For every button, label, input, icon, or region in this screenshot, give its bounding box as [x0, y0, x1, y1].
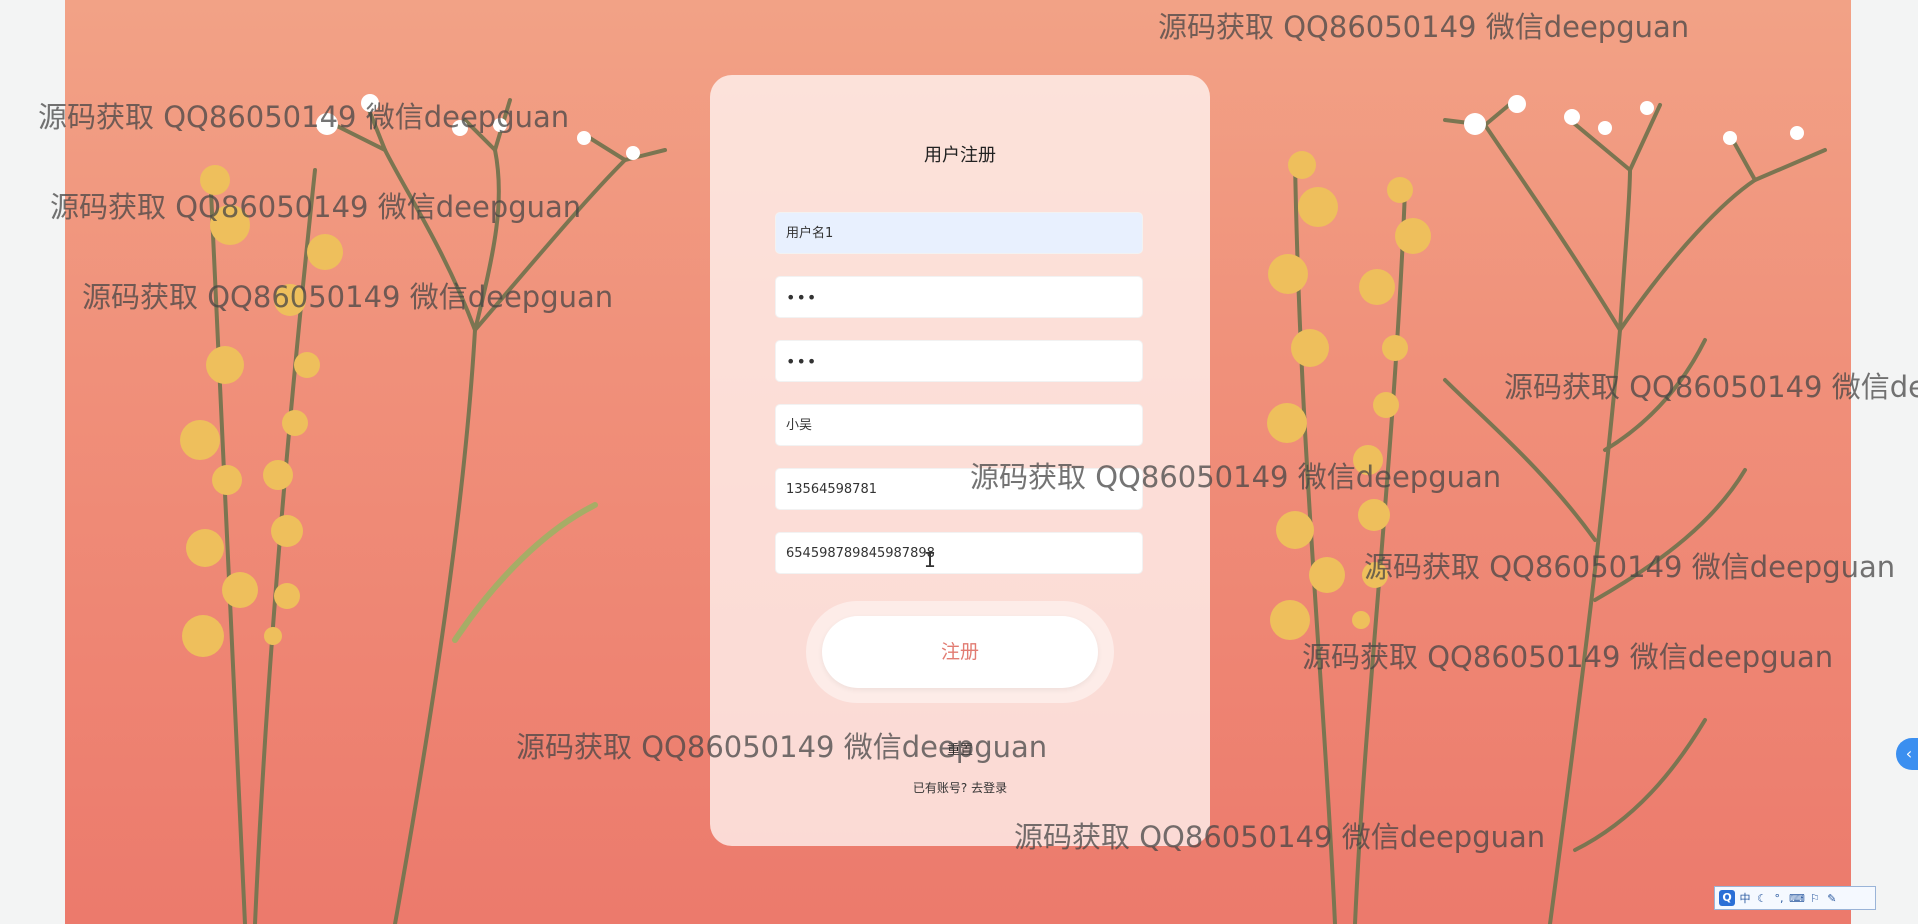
register-button[interactable]: 注册 [822, 616, 1098, 688]
confirm-password-input[interactable]: ••• [775, 340, 1143, 382]
settings-icon[interactable]: ✎ [1825, 892, 1839, 905]
tool-icon[interactable]: ⚐ [1808, 892, 1822, 905]
punctuation-icon[interactable]: °, [1772, 892, 1786, 905]
login-prompt-line: 已有账号? 去登录 [710, 779, 1210, 796]
moon-icon[interactable]: ☾ [1755, 892, 1769, 905]
register-card: 用户注册 用户名1 ••• ••• 小吴 13564598781 6545987… [710, 75, 1210, 846]
chevron-left-icon[interactable]: ‹ [1896, 738, 1918, 770]
reset-button[interactable]: 重置 [710, 739, 1210, 758]
register-button-halo: 注册 [806, 601, 1114, 703]
go-login-link[interactable]: 去登录 [971, 781, 1007, 795]
keyboard-icon[interactable]: ⌨ [1789, 892, 1805, 905]
phone-input[interactable]: 13564598781 [775, 468, 1143, 510]
ime-logo-icon[interactable]: Q [1719, 890, 1735, 906]
ime-toolbar: Q 中 ☾ °, ⌨ ⚐ ✎ [1714, 886, 1876, 910]
ime-lang-toggle[interactable]: 中 [1738, 890, 1752, 906]
username-input[interactable]: 用户名1 [775, 212, 1143, 254]
page-title: 用户注册 [924, 145, 996, 166]
login-prompt-text: 已有账号? [912, 781, 968, 795]
text-cursor-icon: I [924, 548, 937, 572]
name-input[interactable]: 小吴 [775, 404, 1143, 446]
password-input[interactable]: ••• [775, 276, 1143, 318]
id-number-input[interactable]: 654598789845987898 [775, 532, 1143, 574]
